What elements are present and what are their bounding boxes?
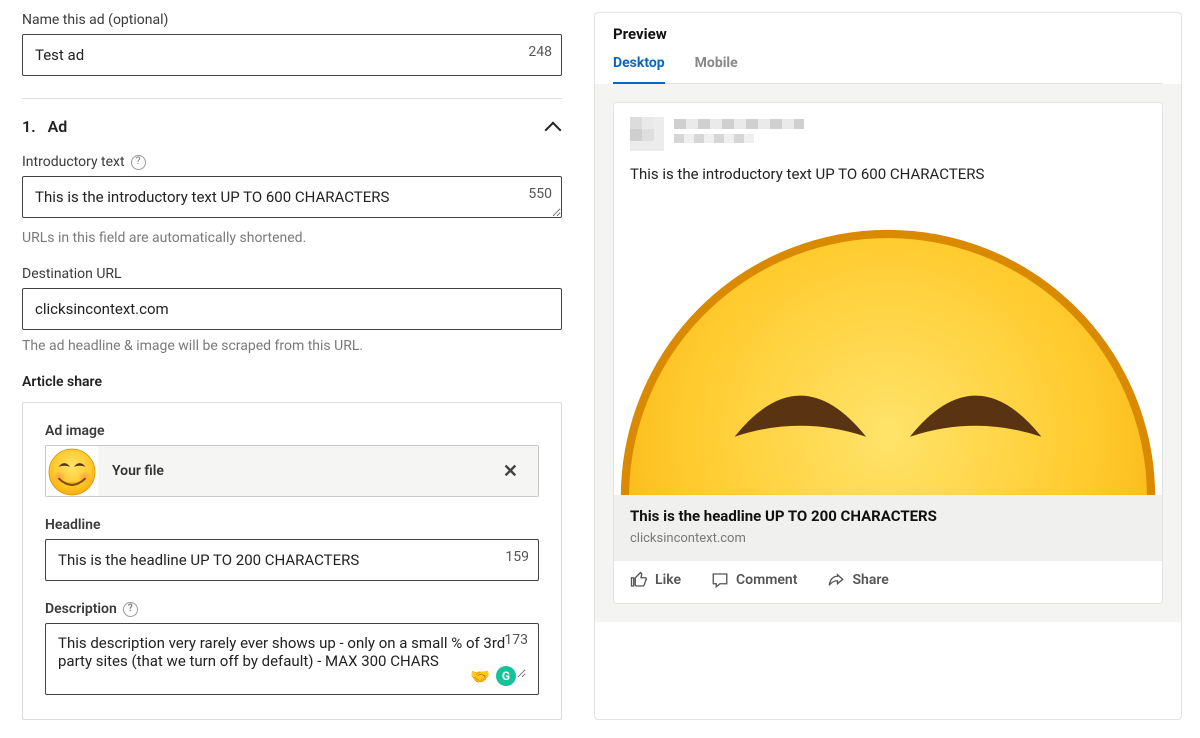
file-thumbnail bbox=[46, 446, 98, 497]
intro-hint: URLs in this field are automatically sho… bbox=[22, 230, 562, 246]
intro-textarea[interactable] bbox=[22, 176, 562, 218]
headline-label: Headline bbox=[45, 517, 539, 533]
article-share-label: Article share bbox=[22, 374, 562, 390]
headline-char-count: 159 bbox=[505, 549, 529, 565]
tab-mobile[interactable]: Mobile bbox=[695, 55, 738, 83]
dest-hint: The ad headline & image will be scraped … bbox=[22, 338, 562, 354]
preview-avatar-placeholder bbox=[630, 117, 664, 151]
article-card: Ad image Your file ✕ Headline 159 Descri… bbox=[22, 402, 562, 720]
headline-input[interactable] bbox=[45, 539, 539, 581]
intro-char-count: 550 bbox=[528, 186, 552, 202]
section-ad-toggle[interactable]: 1. Ad bbox=[22, 117, 562, 136]
handshake-icon: 🤝 bbox=[470, 667, 490, 686]
divider bbox=[22, 98, 562, 99]
preview-post: This is the introductory text UP TO 600 … bbox=[613, 102, 1163, 604]
intro-label: Introductory text ? bbox=[22, 154, 562, 170]
name-label: Name this ad (optional) bbox=[22, 12, 562, 28]
share-icon bbox=[827, 571, 845, 589]
section-title: Ad bbox=[48, 117, 68, 136]
name-char-count: 248 bbox=[528, 44, 552, 60]
description-textarea[interactable] bbox=[58, 634, 526, 678]
preview-intro-text: This is the introductory text UP TO 600 … bbox=[614, 161, 1162, 195]
file-remove-button[interactable]: ✕ bbox=[497, 461, 524, 482]
dest-label: Destination URL bbox=[22, 266, 562, 282]
description-label: Description ? bbox=[45, 601, 539, 617]
file-row: Your file ✕ bbox=[45, 445, 539, 497]
chevron-up-icon bbox=[544, 118, 562, 136]
help-icon[interactable]: ? bbox=[131, 155, 146, 170]
preview-title: Preview bbox=[613, 25, 1163, 43]
tab-desktop[interactable]: Desktop bbox=[613, 55, 665, 83]
ad-image-label: Ad image bbox=[45, 423, 539, 439]
dest-input[interactable] bbox=[22, 288, 562, 330]
share-button[interactable]: Share bbox=[827, 571, 888, 589]
thumbs-up-icon bbox=[630, 571, 648, 589]
preview-image bbox=[614, 195, 1162, 495]
name-input[interactable] bbox=[22, 34, 562, 76]
comment-button[interactable]: Comment bbox=[711, 571, 797, 589]
preview-panel: Preview Desktop Mobile This is the intro… bbox=[594, 12, 1182, 720]
section-number: 1. bbox=[22, 117, 36, 136]
file-name: Your file bbox=[112, 463, 164, 479]
comment-icon bbox=[711, 571, 729, 589]
description-char-count: 173 bbox=[504, 632, 528, 648]
preview-headline: This is the headline UP TO 200 CHARACTER… bbox=[630, 507, 1146, 525]
preview-name-placeholder bbox=[674, 117, 804, 143]
form-column: Name this ad (optional) 248 1. Ad Introd… bbox=[22, 12, 562, 720]
preview-domain: clicksincontext.com bbox=[630, 531, 1146, 546]
grammarly-icon[interactable]: G bbox=[496, 666, 516, 686]
like-button[interactable]: Like bbox=[630, 571, 681, 589]
help-icon[interactable]: ? bbox=[123, 602, 138, 617]
